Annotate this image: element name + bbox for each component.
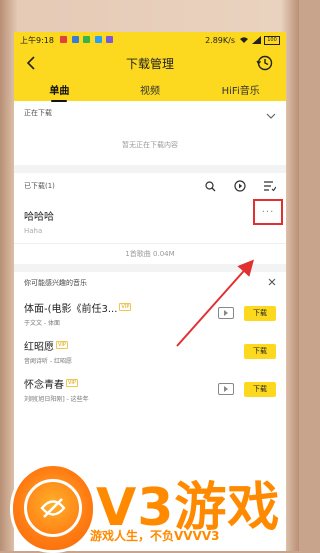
notification-icon [106,36,114,43]
download-button[interactable]: 下载 [244,305,276,321]
recommend-subtitle: 于文文 - 体面 [24,319,60,327]
recommend-title: 怀念青春 [24,379,64,391]
section-divider [14,264,286,272]
vip-badge-icon: VIP [66,379,78,387]
recommend-subtitle: 音阙诗听 - 红昭愿 [24,357,72,365]
recommend-row[interactable]: 怀念青春 VIP 刘刚[旭日阳刚] - 这些年 下载 [14,370,286,408]
status-time: 上午9:18 [20,36,54,45]
network-speed: 2.89K/s [205,36,235,45]
page-title: 下载管理 [125,56,174,71]
recommend-header: 你可能感兴趣的音乐 [14,272,286,294]
downloading-empty-text: 暂无正在下载内容 [122,141,178,149]
recommend-label: 你可能感兴趣的音乐 [24,279,87,287]
header: 下载管理 [14,49,286,77]
recommend-subtitle: 刘刚[旭日阳刚] - 这些年 [24,395,89,403]
notification-icon [94,36,102,43]
recommend-row[interactable]: 体面-(电影《前任3... VIP 于文文 - 体面 下载 [14,294,286,332]
download-count-summary: 1首歌曲 0.04M [14,243,286,264]
battery-level: 100 [264,36,280,45]
song-title: 哈哈哈 [24,211,54,223]
batch-manage-icon[interactable] [264,180,276,192]
site-watermark: V3游戏 游戏人生，不负VVVV3 [10,463,299,553]
recommend-title: 红昭愿 [24,341,54,353]
notification-icon [83,36,91,43]
signal-icon [252,35,261,46]
downloading-label: 正在下载 [24,109,52,117]
section-divider [14,165,286,173]
mv-play-icon[interactable] [218,383,234,395]
vip-badge-icon: VIP [119,303,132,311]
tab-songs[interactable]: 单曲 [14,82,105,102]
tab-hifi[interactable]: HiFi音乐 [195,82,286,97]
recommend-title: 体面-(电影《前任3... [24,303,118,315]
recommend-row[interactable]: 红昭愿 VIP 音阙诗听 - 红昭愿 下载 [14,332,286,370]
notification-icon [59,36,67,43]
collapse-chevron-icon[interactable] [266,104,276,123]
battery-icon: 100 [264,36,280,45]
search-icon[interactable] [204,180,216,192]
downloading-section-header: 正在下载 [14,101,286,125]
history-icon[interactable] [256,54,274,72]
tab-videos[interactable]: 视频 [105,82,196,97]
song-subtitle: Haha [24,226,43,235]
watermark-slogan: 游戏人生，不负VVVV3 [90,529,220,543]
wifi-icon [239,36,249,46]
more-options-icon[interactable]: ··· [253,199,283,225]
notification-icon [71,36,79,43]
play-all-icon[interactable] [234,180,246,192]
notification-icons [59,36,115,45]
top-bar: 上午9:18 2.89K/s 100 下载管理 单曲 视频 HiFi音乐 [14,32,286,102]
mv-play-icon[interactable] [218,307,234,319]
status-bar: 上午9:18 2.89K/s 100 [14,32,286,49]
downloaded-label: 已下载(1) [24,182,55,190]
vip-badge-icon: VIP [56,341,68,349]
close-icon[interactable] [268,278,276,288]
download-button[interactable]: 下载 [244,381,276,397]
downloaded-song-row[interactable]: 哈哈哈 Haha ··· [14,199,286,243]
watermark-logo-icon [10,463,96,553]
downloaded-section-header: 已下载(1) [14,173,286,199]
tab-bar: 单曲 视频 HiFi音乐 [14,77,286,102]
download-button[interactable]: 下载 [244,343,276,359]
back-arrow-icon[interactable] [24,54,38,72]
